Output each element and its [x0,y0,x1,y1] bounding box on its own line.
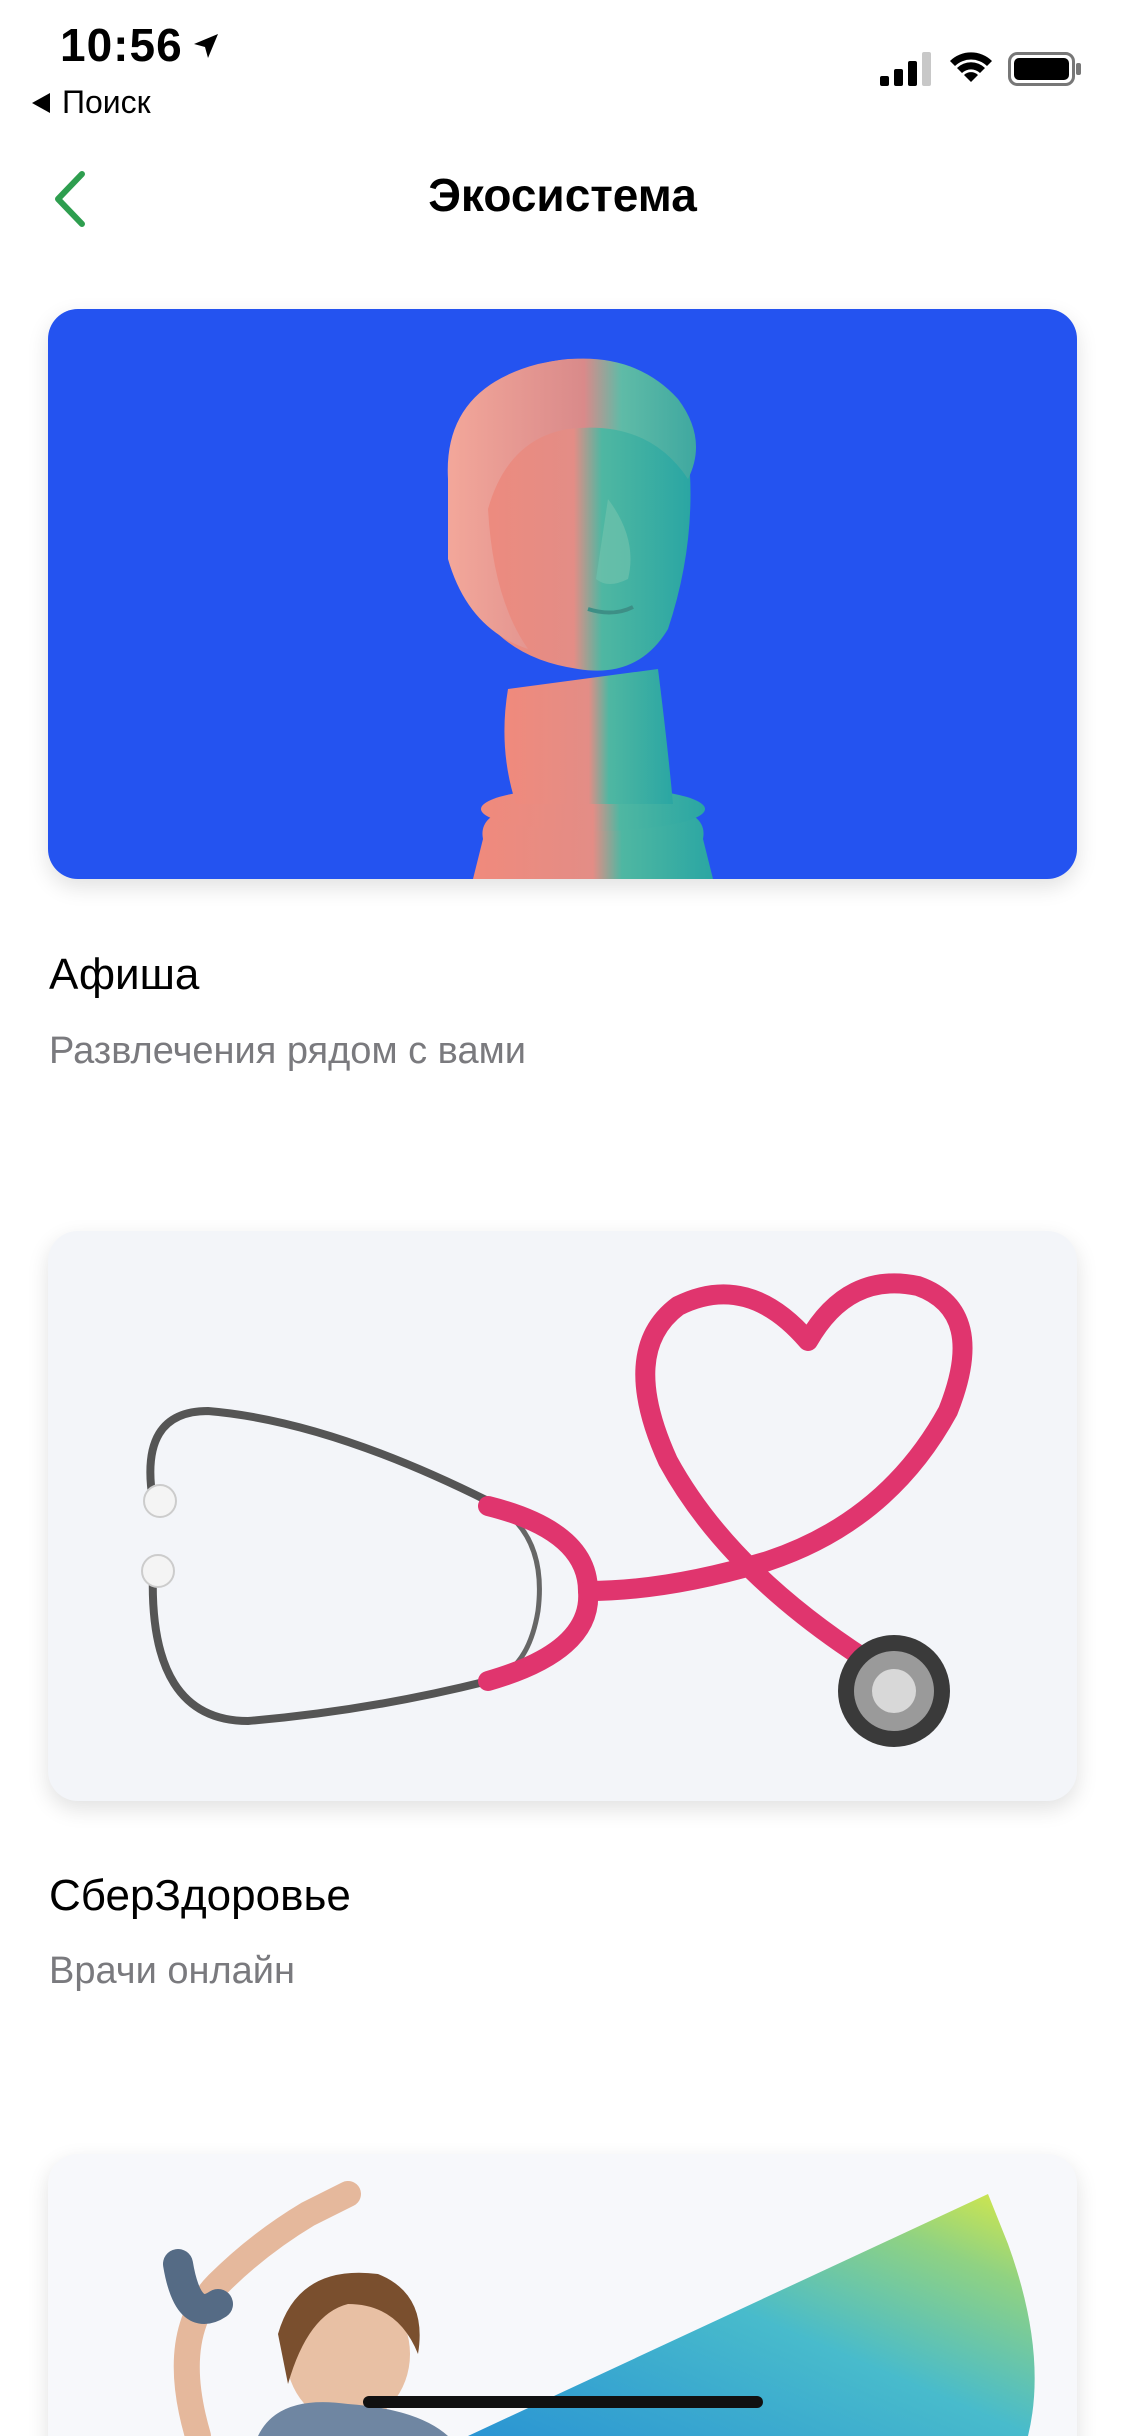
home-indicator[interactable] [363,2396,763,2408]
card-sberzdorovie[interactable] [48,1231,1077,1801]
status-time: 10:56 [60,19,183,71]
status-bar: 10:56 Поиск [0,0,1125,130]
back-triangle-icon [32,92,50,113]
battery-icon [1008,52,1081,86]
card-afisha[interactable] [48,309,1077,879]
card-afisha-subtitle: Развлечения рядом с вами [49,1030,526,1072]
card-sberzdorovie-subtitle: Врачи онлайн [49,1950,295,1992]
location-arrow-icon [194,34,218,58]
page-title: Экосистема [428,169,697,221]
back-to-app-link[interactable]: Поиск [30,84,151,121]
card-third[interactable] [48,2154,1077,2436]
dancing-woman-illustration [163,2181,1035,2436]
card-sberzdorovie-title: СберЗдоровье [49,1871,351,1920]
classical-bust-illustration [447,358,713,879]
stethoscope-heart-illustration [141,1273,973,1747]
wifi-icon [950,52,992,82]
cellular-signal-icon [880,52,931,86]
card-afisha-title: Афиша [49,950,200,999]
back-to-app-label: Поиск [62,84,151,120]
screen: 10:56 Поиск Экосистема Афиша Развлечения… [0,0,1125,2436]
